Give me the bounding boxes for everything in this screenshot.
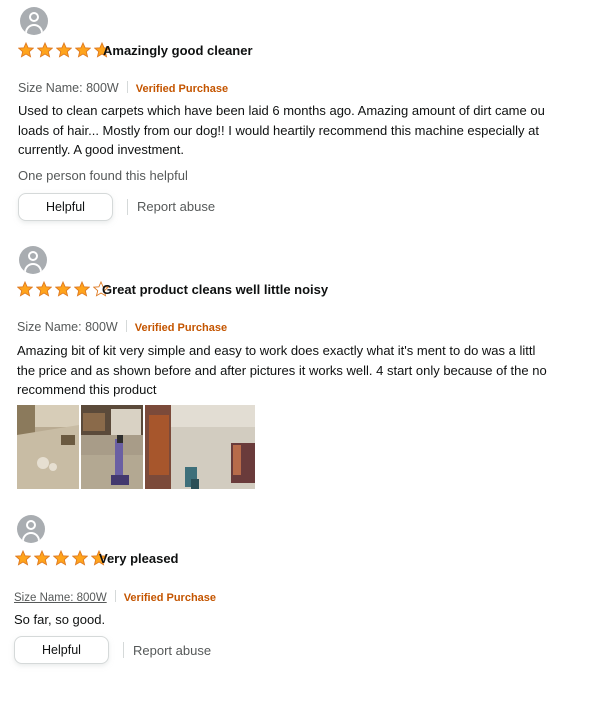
action-divider [123,642,124,658]
verified-purchase-badge: Verified Purchase [123,592,217,604]
helpful-count: One person found this helpful [18,168,188,183]
review-body-line: the price and as shown before and after … [17,362,547,378]
review-body: Amazing bit of kit very simple and easy … [17,341,568,400]
star-filled-icon [53,550,69,566]
review-photo-carpet-before[interactable] [17,405,79,489]
star-filled-icon [72,550,88,566]
star-filled-icon [75,42,91,58]
report-abuse-link[interactable]: Report abuse [133,643,211,658]
review-body: Used to clean carpets which have been la… [18,101,568,160]
star-filled-icon [15,550,31,566]
review-body-line: So far, so good. [14,612,106,627]
star-filled-icon [36,281,52,297]
size-name[interactable]: Size Name: 800W [14,592,107,604]
review-body-line: Amazing bit of kit very simple and easy … [17,343,536,358]
star-filled-icon [37,42,53,58]
star-filled-icon [55,281,71,297]
review-images [17,405,257,489]
review-body-line: recommend this product [17,382,157,397]
helpful-button[interactable]: Helpful [18,193,113,221]
star-filled-icon [18,42,34,58]
star-filled-icon [34,550,50,566]
review-meta: Size Name: 800W Verified Purchase [14,590,216,604]
review-title[interactable]: Amazingly good cleaner [103,43,253,58]
verified-purchase-badge: Verified Purchase [135,83,229,95]
review-body-line: loads of hair... Mostly from our dog!! I… [18,122,539,138]
review-title[interactable]: Very pleased [99,551,179,566]
report-abuse-link[interactable]: Report abuse [137,199,215,214]
size-name: Size Name: 800W [17,320,118,334]
verified-purchase-badge: Verified Purchase [134,322,228,334]
review-body: So far, so good. [14,610,564,630]
user-avatar-icon [17,515,45,543]
review-body-line: Used to clean carpets which have been la… [18,103,545,118]
star-filled-icon [74,281,90,297]
review-meta: Size Name: 800W Verified Purchase [17,320,227,334]
star-rating[interactable] [17,281,112,297]
review-meta: Size Name: 800W Verified Purchase [18,81,228,95]
star-filled-icon [17,281,33,297]
review-photo-vacuum[interactable] [81,405,143,489]
review-title[interactable]: Great product cleans well little noisy [102,282,328,297]
action-divider [127,199,128,215]
star-filled-icon [56,42,72,58]
helpful-button[interactable]: Helpful [14,636,109,664]
size-name: Size Name: 800W [18,81,119,95]
user-avatar-icon [19,246,47,274]
star-rating[interactable] [15,550,110,566]
review-photo-carpet-after[interactable] [145,405,255,489]
star-rating[interactable] [18,42,113,58]
user-avatar-icon [20,7,48,35]
review-body-line: currently. A good investment. [18,142,184,157]
